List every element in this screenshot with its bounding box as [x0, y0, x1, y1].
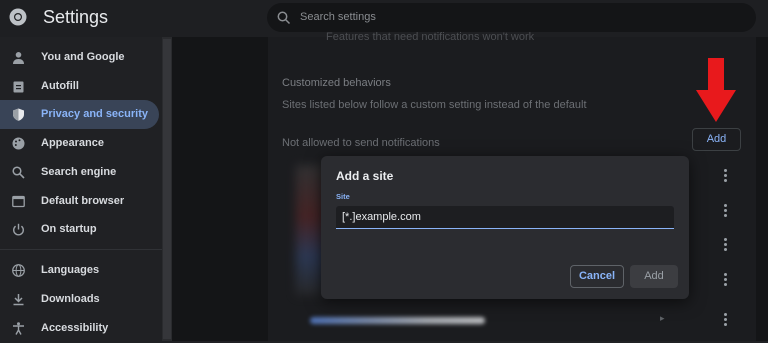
chrome-logo-icon — [9, 8, 27, 26]
add-button[interactable]: Add — [630, 265, 678, 288]
power-icon — [13, 223, 24, 236]
sidebar-item-label: Autofill — [41, 80, 79, 92]
sidebar-item-accessibility[interactable]: Accessibility — [0, 314, 159, 343]
palette-icon — [12, 137, 25, 150]
not-allowed-label: Not allowed to send notifications — [282, 137, 440, 149]
section-title: Customized behaviors — [282, 77, 391, 89]
search-bar[interactable]: Search settings — [267, 3, 756, 32]
shield-icon — [13, 108, 24, 121]
cancel-button[interactable]: Cancel — [570, 265, 624, 288]
sidebar-item-label: You and Google — [41, 51, 125, 63]
blurred-site-entry — [310, 317, 485, 324]
sidebar-item-default-browser[interactable]: Default browser — [0, 187, 159, 216]
person-icon — [13, 52, 24, 64]
sidebar-divider — [0, 249, 162, 250]
sidebar-item-autofill[interactable]: Autofill — [0, 72, 159, 101]
faded-description: Features that need notifications won't w… — [326, 31, 535, 43]
content-gutter — [172, 37, 268, 341]
scrollbar-thumb[interactable] — [163, 39, 171, 339]
add-site-dialog: Add a site Site [*.]example.com Cancel A… — [321, 156, 689, 299]
sidebar-item-privacy-and-security[interactable]: Privacy and security — [0, 100, 159, 129]
search-icon — [12, 166, 25, 179]
sidebar-item-downloads[interactable]: Downloads — [0, 285, 159, 314]
more-actions-icon[interactable] — [722, 204, 728, 218]
more-actions-icon[interactable] — [722, 238, 728, 252]
more-actions-icon[interactable] — [722, 169, 728, 183]
accessibility-icon — [13, 322, 24, 335]
sidebar-item-on-startup[interactable]: On startup — [0, 215, 159, 244]
download-icon — [13, 294, 24, 306]
arrow-down-icon — [696, 58, 736, 122]
more-actions-icon[interactable] — [722, 313, 728, 327]
sidebar-item-you-and-google[interactable]: You and Google — [0, 43, 159, 72]
content-gutter-right — [756, 37, 768, 341]
dialog-title: Add a site — [336, 169, 394, 183]
sidebar-item-search-engine[interactable]: Search engine — [0, 158, 159, 187]
sidebar-item-appearance[interactable]: Appearance — [0, 129, 159, 158]
app-title: Settings — [43, 7, 109, 27]
search-icon — [277, 11, 291, 25]
section-description: Sites listed below follow a custom setti… — [282, 99, 587, 111]
sidebar-item-languages[interactable]: Languages — [0, 256, 159, 285]
more-actions-icon[interactable] — [722, 273, 728, 287]
clipboard-icon — [13, 81, 24, 93]
sidebar-item-label: Accessibility — [41, 322, 109, 334]
site-input[interactable]: [*.]example.com — [336, 206, 674, 229]
browser-icon — [12, 195, 25, 208]
add-site-button[interactable]: Add — [692, 128, 741, 151]
sidebar-item-label: Languages — [41, 264, 100, 276]
sidebar-item-label: Downloads — [41, 293, 100, 305]
globe-icon — [12, 264, 25, 277]
sidebar-item-label: On startup — [41, 223, 97, 235]
sidebar-item-label: Privacy and security — [41, 108, 149, 120]
site-field-label: Site — [336, 192, 350, 201]
sidebar: You and Google Autofill Privacy and secu… — [0, 37, 162, 341]
sidebar-item-label: Appearance — [41, 137, 104, 149]
sidebar-scrollbar[interactable] — [162, 37, 172, 341]
sidebar-item-label: Search engine — [41, 166, 117, 178]
chevron-right-icon[interactable]: ▸ — [660, 313, 665, 324]
search-input[interactable]: Search settings — [300, 11, 376, 23]
blurred-site-list — [296, 165, 324, 295]
site-input-value[interactable]: [*.]example.com — [342, 211, 421, 223]
sidebar-item-label: Default browser — [41, 195, 125, 207]
